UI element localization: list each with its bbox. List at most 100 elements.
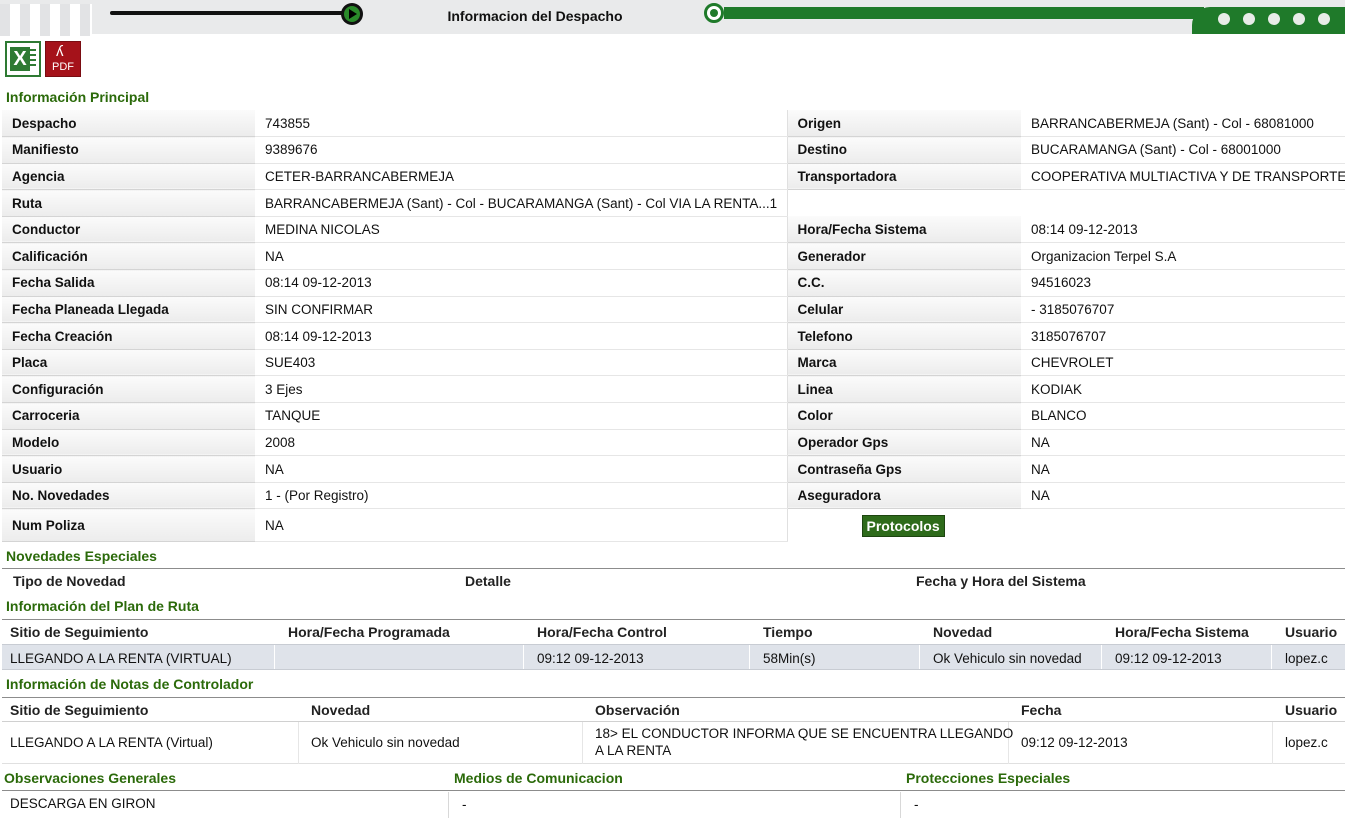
col-tipo-novedad: Tipo de Novedad — [13, 573, 126, 589]
info-row: Placa SUE403 Marca CHEVROLET — [2, 349, 1345, 377]
value-color: BLANCO — [1021, 402, 1345, 430]
cell-hora-sistema: 09:12 09-12-2013 — [1115, 651, 1222, 666]
label-destino: Destino — [787, 136, 1021, 164]
value-modelo: 2008 — [255, 429, 788, 457]
label-celular: Celular — [787, 296, 1021, 324]
value-fecha-creacion: 08:14 09-12-2013 — [255, 322, 788, 350]
label-num-poliza: Num Poliza — [2, 508, 255, 543]
value-aseguradora: NA — [1021, 482, 1345, 510]
label-usuario: Usuario — [2, 455, 255, 483]
label-fecha-creacion: Fecha Creación — [2, 322, 255, 350]
info-row: Manifiesto 9389676 Destino BUCARAMANGA (San… — [2, 136, 1345, 164]
info-row: Usuario NA Contraseña Gps NA — [2, 455, 1345, 483]
section-title-observaciones: Observaciones Generales — [4, 770, 176, 786]
col-fecha: Fecha — [1021, 702, 1062, 718]
value-despacho: 743855 — [255, 110, 788, 138]
empty-cell — [787, 189, 1345, 217]
label-contrasena-gps: Contraseña Gps — [787, 455, 1021, 483]
cell-protecciones-especiales: - — [914, 797, 919, 812]
cell-novedad: Ok Vehiculo sin novedad — [311, 735, 460, 750]
notas-header: Sitio de Seguimiento Novedad Observación… — [2, 702, 1345, 720]
dot-icon — [1318, 13, 1330, 25]
col-fecha-hora-sistema: Fecha y Hora del Sistema — [916, 573, 1086, 589]
value-no-novedades: 1 - (Por Registro) — [255, 482, 788, 510]
label-carroceria: Carroceria — [2, 402, 255, 430]
label-hora-fecha-sistema: Hora/Fecha Sistema — [787, 216, 1021, 244]
cell-usuario: lopez.c — [1285, 735, 1328, 750]
cell-observaciones-generales: DESCARGA EN GIRON — [10, 796, 156, 811]
col-observacion: Observación — [595, 702, 680, 718]
label-despacho: Despacho — [2, 110, 255, 138]
excel-export-icon[interactable]: X — [5, 41, 41, 77]
value-usuario: NA — [255, 455, 788, 483]
value-placa: SUE403 — [255, 349, 788, 377]
protocolos-button[interactable]: Protocolos — [861, 514, 945, 537]
info-row: Num Poliza NA Protocolos — [2, 508, 1345, 543]
value-fecha-salida: 08:14 09-12-2013 — [255, 269, 788, 297]
label-generador: Generador — [787, 242, 1021, 271]
dot-icon — [1268, 13, 1280, 25]
cell-sitio: LLEGANDO A LA RENTA (Virtual) — [10, 735, 213, 750]
divider — [2, 619, 1345, 620]
label-aseguradora: Aseguradora — [787, 482, 1021, 510]
value-contrasena-gps: NA — [1021, 455, 1345, 483]
cell-observacion-line1: 18> EL CONDUCTOR INFORMA QUE SE ENCUENTR… — [595, 726, 1014, 741]
top-header-bar: Informacion del Despacho — [0, 0, 1345, 36]
pdf-label: PDF — [52, 61, 74, 73]
pdf-export-icon[interactable]: ʎ PDF — [45, 41, 81, 77]
label-ruta: Ruta — [2, 189, 255, 217]
value-num-poliza: NA — [255, 508, 788, 543]
value-generador: Organizacion Terpel S.A — [1021, 242, 1345, 271]
value-hora-fecha-sistema: 08:14 09-12-2013 — [1021, 216, 1345, 244]
cell-tiempo: 58Min(s) — [763, 651, 816, 666]
cell-novedad: Ok Vehiculo sin novedad — [933, 651, 1082, 666]
label-configuracion: Configuración — [2, 375, 255, 404]
col-hora-control: Hora/Fecha Control — [537, 624, 667, 640]
info-row: Fecha Planeada Llegada SIN CONFIRMAR Celul… — [2, 296, 1345, 324]
table-row[interactable]: LLEGANDO A LA RENTA (Virtual) Ok Vehicul… — [2, 722, 1345, 764]
label-placa: Placa — [2, 349, 255, 377]
value-celular: - 3185076707 — [1021, 296, 1345, 324]
col-detalle: Detalle — [465, 573, 511, 589]
value-calificacion: NA — [255, 242, 788, 271]
info-row: Ruta BARRANCABERMEJA (Sant) - Col - BUCAR… — [2, 189, 1345, 217]
divider — [2, 568, 1345, 569]
info-row: Modelo 2008 Operador Gps NA — [2, 429, 1345, 457]
label-fecha-salida: Fecha Salida — [2, 269, 255, 297]
divider — [2, 697, 1345, 698]
decorative-stripes — [0, 4, 92, 36]
label-fecha-planeada-llegada: Fecha Planeada Llegada — [2, 296, 255, 324]
label-marca: Marca — [787, 349, 1021, 377]
progress-line — [110, 11, 350, 15]
col-usuario: Usuario — [1285, 702, 1338, 718]
green-knob-icon — [704, 3, 724, 23]
info-principal-table: Despacho 743855 Origen BARRANCABERMEJA (San… — [2, 110, 1345, 543]
info-row: Conductor MEDINA NICOLAS Hora/Fecha Sistem… — [2, 216, 1345, 244]
section-title-principal: Información Principal — [6, 89, 150, 105]
label-modelo: Modelo — [2, 429, 255, 457]
cell-hora-control: 09:12 09-12-2013 — [537, 651, 644, 666]
cell-usuario: lopez.c — [1285, 651, 1328, 666]
value-carroceria: TANQUE — [255, 402, 788, 430]
protocolos-cell: Protocolos — [787, 508, 1345, 542]
col-novedad: Novedad — [311, 702, 371, 718]
info-row: Carroceria TANQUE Color BLANCO — [2, 402, 1345, 430]
value-ruta: BARRANCABERMEJA (Sant) - Col - BUCARAMAN… — [255, 189, 788, 217]
info-row: Configuración 3 Ejes Linea KODIAK — [2, 375, 1345, 404]
value-operador-gps: NA — [1021, 429, 1345, 457]
dot-icon — [1243, 13, 1255, 25]
page-title: Informacion del Despacho — [447, 8, 623, 24]
value-origen: BARRANCABERMEJA (Sant) - Col - 68081000 — [1021, 110, 1345, 138]
label-transportadora: Transportadora — [787, 163, 1021, 191]
value-linea: KODIAK — [1021, 375, 1345, 404]
value-marca: CHEVROLET — [1021, 349, 1345, 377]
label-operador-gps: Operador Gps — [787, 429, 1021, 457]
table-row[interactable]: LLEGANDO A LA RENTA (VIRTUAL) 09:12 09-1… — [2, 644, 1345, 670]
section-title-notas: Información de Notas de Controlador — [6, 676, 254, 692]
info-row: No. Novedades 1 - (Por Registro) Asegurado… — [2, 482, 1345, 510]
decorative-green-bar — [724, 7, 1204, 19]
label-conductor: Conductor — [2, 216, 255, 244]
label-calificacion: Calificación — [2, 242, 255, 271]
play-icon[interactable] — [341, 3, 363, 25]
section-title-medios: Medios de Comunicacion — [454, 770, 623, 786]
